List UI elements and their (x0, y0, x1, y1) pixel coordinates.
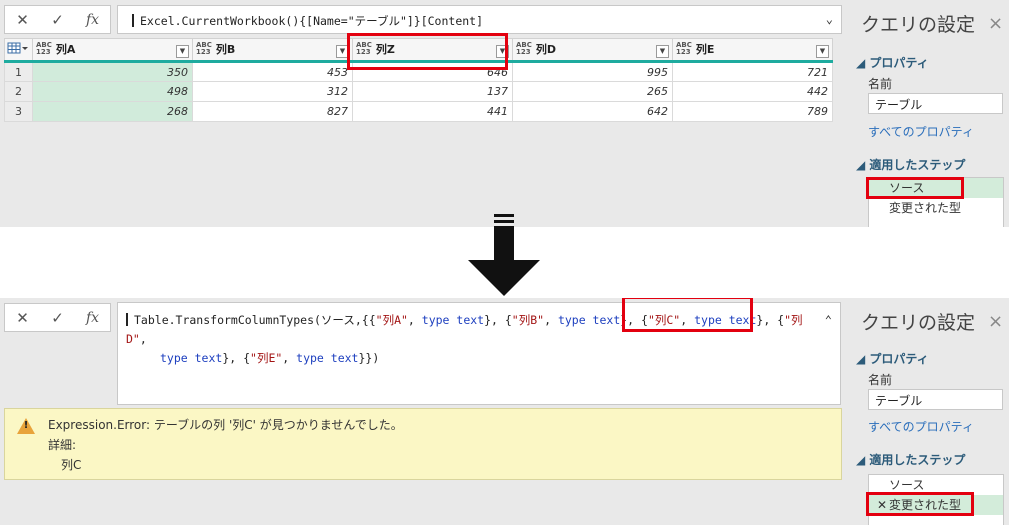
column-header[interactable]: ABC 123 列Z ▼ (352, 38, 513, 63)
table-cell[interactable]: 137 (352, 81, 513, 102)
step-changed-type[interactable]: 変更された型 (869, 198, 1003, 218)
close-icon[interactable]: × (988, 13, 1003, 34)
table-cell[interactable]: 441 (352, 101, 513, 122)
query-settings-title: クエリの設定 (861, 14, 976, 36)
applied-steps-list: ソース ✕ 変更された型 (868, 474, 1004, 525)
properties-header[interactable]: ◢ プロパティ (856, 54, 929, 71)
column-header[interactable]: ABC 123 列A ▼ (32, 38, 193, 63)
table-cell[interactable]: 268 (32, 101, 193, 122)
row-number: 2 (4, 81, 33, 102)
table-cell[interactable]: 350 (32, 61, 193, 82)
chevron-up-icon[interactable]: ⌃ (825, 311, 832, 330)
column-header[interactable]: ABC 123 列E ▼ (672, 38, 833, 63)
step-label: 変更された型 (889, 498, 962, 512)
type-any-icon: ABC 123 (516, 41, 532, 56)
column-name: 列E (695, 43, 715, 56)
query-settings-pane: クエリの設定 × ◢ プロパティ 名前 テーブル すべてのプロパティ ◢ 適用し… (846, 0, 1009, 227)
table-cell[interactable]: 312 (192, 81, 353, 102)
formula-buttons: ✕ ✓ fx (4, 5, 111, 34)
error-message: Expression.Error: テーブルの列 '列C' が見つかりませんでし… (48, 418, 403, 432)
row-number: 1 (4, 61, 33, 82)
bottom-editor-panel: ✕ ✓ fx Table.TransformColumnTypes(ソース,{{… (0, 298, 1009, 525)
type-any-icon: ABC 123 (196, 41, 212, 56)
query-name-input[interactable]: テーブル (868, 389, 1003, 410)
error-details-label: 詳細: (48, 438, 77, 452)
text-cursor (132, 14, 134, 27)
table-cell[interactable]: 498 (32, 81, 193, 102)
applied-steps-header[interactable]: ◢ 適用したステップ (856, 451, 965, 468)
error-details-value: 列C (61, 458, 82, 472)
data-grid: ABC 123 列A ▼ ABC 123 列B ▼ ABC 123 列Z ▼ ABC 123 列… (4, 38, 833, 122)
all-properties-link[interactable]: すべてのプロパティ (868, 123, 974, 140)
table-cell[interactable]: 827 (192, 101, 353, 122)
table-row: 2 498 312 137 265 442 (4, 81, 833, 102)
formula-line-2: type text}, {"列E", type text}}) (160, 351, 380, 365)
applied-steps-list: ソース 変更された型 (868, 177, 1004, 227)
name-label: 名前 (868, 77, 893, 91)
column-name: 列D (535, 43, 557, 56)
column-header[interactable]: ABC 123 列D ▼ (512, 38, 673, 63)
formula-text: Excel.CurrentWorkbook(){[Name="テーブル"]}[C… (140, 14, 484, 28)
table-cell[interactable]: 453 (192, 61, 353, 82)
query-settings-pane: クエリの設定 × ◢ プロパティ 名前 テーブル すべてのプロパティ ◢ 適用し… (846, 298, 1009, 525)
check-icon[interactable]: ✓ (45, 11, 71, 29)
formula-buttons: ✕ ✓ fx (4, 303, 111, 332)
cancel-icon[interactable]: ✕ (10, 309, 36, 327)
table-row: 3 268 827 441 642 789 (4, 101, 833, 122)
column-header[interactable]: ABC 123 列B ▼ (192, 38, 353, 63)
close-icon[interactable]: × (988, 311, 1003, 332)
table-cell[interactable]: 789 (672, 101, 833, 122)
column-name: 列Z (375, 43, 395, 56)
table-cell[interactable]: 721 (672, 61, 833, 82)
chevron-down-icon[interactable]: ▼ (336, 45, 349, 58)
table-cell[interactable]: 646 (352, 61, 513, 82)
query-name-input[interactable]: テーブル (868, 93, 1003, 114)
column-name: 列B (215, 43, 236, 56)
chevron-down-icon[interactable]: ▼ (656, 45, 669, 58)
fx-icon[interactable]: fx (80, 310, 106, 326)
table-cell[interactable]: 442 (672, 81, 833, 102)
text-cursor (126, 313, 128, 326)
chevron-down-icon[interactable]: ⌄ (826, 12, 833, 26)
all-properties-link[interactable]: すべてのプロパティ (868, 418, 974, 435)
chevron-down-icon[interactable]: ▼ (496, 45, 509, 58)
table-row: 1 350 453 646 995 721 (4, 61, 833, 82)
cancel-icon[interactable]: ✕ (10, 11, 36, 29)
top-editor-panel: ✕ ✓ fx Excel.CurrentWorkbook(){[Name="テー… (0, 0, 1009, 227)
column-name: 列A (55, 43, 76, 56)
table-menu-button[interactable] (4, 38, 33, 63)
chevron-down-icon[interactable]: ▼ (816, 45, 829, 58)
table-cell[interactable]: 642 (512, 101, 673, 122)
fx-icon[interactable]: fx (80, 12, 106, 28)
properties-header[interactable]: ◢ プロパティ (856, 350, 929, 367)
type-any-icon: ABC 123 (356, 41, 372, 56)
step-source[interactable]: ソース (869, 178, 1003, 198)
type-any-icon: ABC 123 (36, 41, 52, 56)
table-grid-icon (7, 42, 28, 54)
table-cell[interactable]: 265 (512, 81, 673, 102)
formula-line-1: Table.TransformColumnTypes(ソース,{{"列A", t… (126, 313, 803, 346)
type-any-icon: ABC 123 (676, 41, 692, 56)
row-number: 3 (4, 101, 33, 122)
down-arrow-icon (468, 214, 540, 296)
query-settings-title: クエリの設定 (861, 312, 976, 334)
applied-steps-header[interactable]: ◢ 適用したステップ (856, 156, 965, 173)
error-banner: ! Expression.Error: テーブルの列 '列C' が見つかりません… (4, 408, 842, 480)
table-cell[interactable]: 995 (512, 61, 673, 82)
step-source[interactable]: ソース (869, 475, 1003, 495)
formula-input[interactable]: Table.TransformColumnTypes(ソース,{{"列A", t… (117, 302, 841, 405)
formula-input[interactable]: Excel.CurrentWorkbook(){[Name="テーブル"]}[C… (117, 5, 842, 34)
name-label: 名前 (868, 373, 893, 387)
step-changed-type[interactable]: ✕ 変更された型 (869, 495, 1003, 515)
error-x-icon: ✕ (877, 498, 888, 512)
check-icon[interactable]: ✓ (45, 309, 71, 327)
chevron-down-icon[interactable]: ▼ (176, 45, 189, 58)
